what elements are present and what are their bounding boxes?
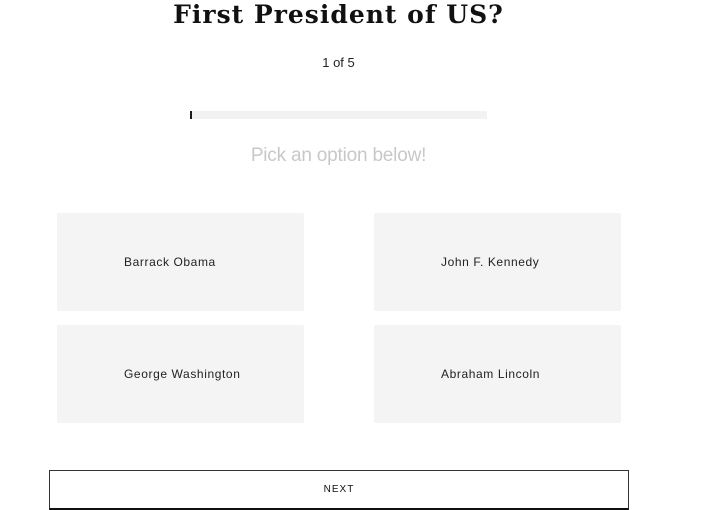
answer-option-label: George Washington	[124, 367, 241, 381]
progress-marker	[190, 111, 192, 119]
question-counter: 1 of 5	[322, 55, 355, 70]
answer-option-label: Barrack Obama	[124, 255, 216, 269]
answer-option-label: Abraham Lincoln	[441, 367, 541, 381]
answer-option-barrack-obama[interactable]: Barrack Obama	[57, 213, 304, 311]
answer-option-george-washington[interactable]: George Washington	[57, 325, 304, 423]
answer-option-label: John F. Kennedy	[441, 255, 540, 269]
quiz-page: First President of US? 1 of 5 Pick an op…	[0, 0, 720, 510]
progress-bar	[190, 111, 487, 119]
next-button[interactable]: NEXT	[49, 470, 629, 510]
question-title: First President of US?	[173, 0, 504, 29]
instruction-text: Pick an option below!	[250, 145, 427, 166]
answer-option-john-f-kennedy[interactable]: John F. Kennedy	[374, 213, 621, 311]
next-button-label: NEXT	[323, 484, 355, 495]
answer-option-abraham-lincoln[interactable]: Abraham Lincoln	[374, 325, 621, 423]
